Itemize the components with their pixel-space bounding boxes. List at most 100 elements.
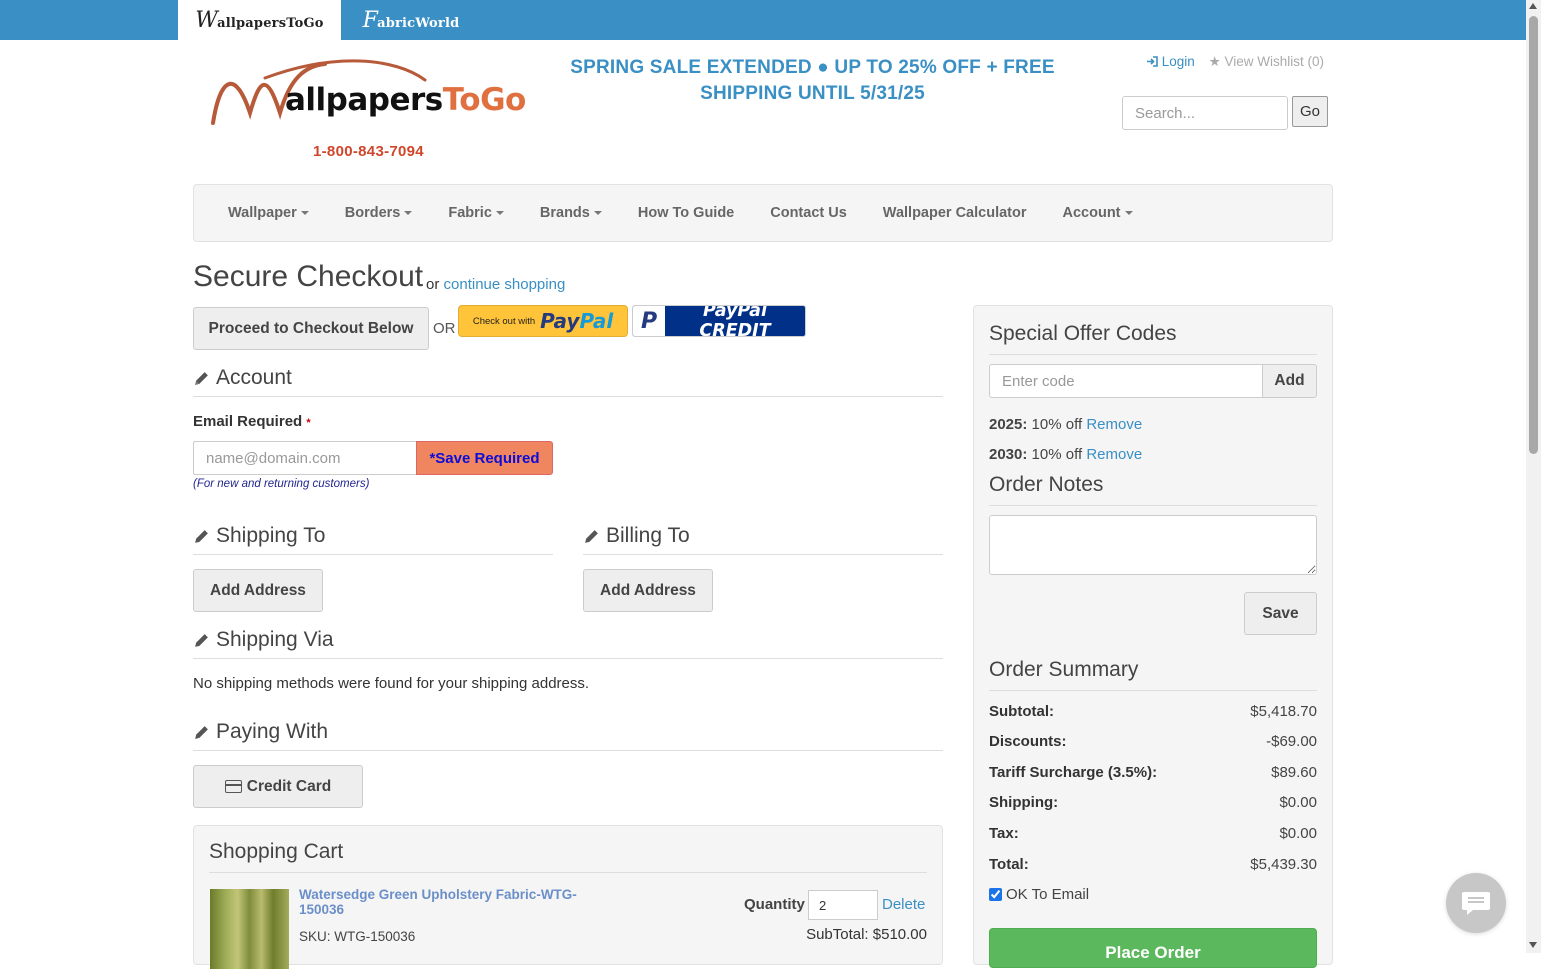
site-tab-fabricworld[interactable]: FabricWorld (341, 0, 481, 40)
caret-down-icon (404, 211, 413, 216)
page-title: Secure Checkout (193, 260, 424, 293)
proceed-to-checkout-button[interactable]: Proceed to Checkout Below (193, 307, 429, 350)
search-go-button[interactable]: Go (1292, 96, 1328, 127)
shipping-via-heading: Shipping Via (193, 628, 943, 659)
account-heading: Account (193, 366, 943, 397)
caret-down-icon (300, 211, 309, 216)
required-mark: * (306, 417, 311, 429)
site-tab-bar: WallpapersToGo FabricWorld (0, 0, 1526, 40)
order-summary-heading: Order Summary (989, 658, 1317, 691)
ok-to-email-option[interactable]: OK To Email (989, 886, 1089, 903)
save-email-button[interactable]: *Save Required (416, 441, 553, 475)
summary-row-subtotal: Subtotal: $5,418.70 (989, 703, 1317, 720)
view-wishlist-link[interactable]: ★ View Wishlist (0) (1209, 54, 1324, 69)
summary-row-total: Total: $5,439.30 (989, 856, 1317, 873)
summary-row-shipping: Shipping: $0.00 (989, 794, 1317, 811)
save-notes-button[interactable]: Save (1244, 592, 1317, 635)
caret-down-icon (1124, 211, 1133, 216)
page-scrollbar[interactable] (1526, 0, 1541, 953)
wishlist-label: View Wishlist (0) (1224, 54, 1324, 69)
email-label: Email Required * (193, 413, 311, 430)
login-label: Login (1161, 54, 1195, 69)
pencil-icon (195, 725, 208, 739)
paypal-logo: PayPal (540, 309, 614, 333)
chat-icon (1462, 892, 1490, 915)
logo-text-main: allpapers (285, 82, 443, 118)
chat-widget-button[interactable] (1446, 873, 1506, 933)
special-offer-heading: Special Offer Codes (989, 322, 1317, 355)
nav-item-account[interactable]: Account (1045, 205, 1151, 221)
credit-card-button[interactable]: Credit Card (193, 765, 363, 808)
scroll-thumb[interactable] (1529, 16, 1538, 454)
add-shipping-address-button[interactable]: Add Address (193, 569, 323, 612)
nav-item-borders[interactable]: Borders (327, 205, 431, 221)
tab-logo-text: allpapersToGo (217, 15, 324, 31)
add-billing-address-button[interactable]: Add Address (583, 569, 713, 612)
main-nav: Wallpaper Borders Fabric Brands How To G… (193, 184, 1333, 242)
no-shipping-message: No shipping methods were found for your … (193, 675, 590, 692)
order-sidebar: Special Offer Codes Add 2025: 10% off Re… (973, 305, 1333, 968)
tab-logo-initial: W (195, 7, 219, 33)
summary-row-discounts: Discounts: -$69.00 (989, 733, 1317, 750)
pencil-icon (195, 529, 208, 543)
phone-number[interactable]: 1-800-843-7094 (313, 143, 424, 160)
nav-item-contact-us[interactable]: Contact Us (752, 205, 865, 221)
paypal-credit-button[interactable]: P PayPal CREDIT (632, 305, 806, 337)
nav-item-how-to-guide[interactable]: How To Guide (620, 205, 752, 221)
paying-with-heading: Paying With (193, 720, 943, 751)
scroll-up-arrow-icon[interactable] (1529, 3, 1537, 9)
login-link[interactable]: Login (1146, 54, 1199, 69)
paypal-p-icon: P (633, 306, 665, 336)
summary-row-tax: Tax: $0.00 (989, 825, 1317, 842)
or-separator: OR (433, 320, 456, 337)
star-icon: ★ (1208, 54, 1221, 69)
nav-item-brands[interactable]: Brands (522, 205, 620, 221)
nav-item-wallpaper[interactable]: Wallpaper (210, 205, 327, 221)
continue-shopping-link[interactable]: continue shopping (444, 276, 566, 293)
cart-item-sku: SKU: WTG-150036 (299, 929, 416, 944)
login-icon (1147, 56, 1158, 67)
applied-code: 2025: 10% off Remove (989, 416, 1143, 433)
quantity-input[interactable] (808, 890, 878, 920)
cart-item-subtotal: SubTotal: $510.00 (806, 926, 927, 943)
paypal-small-text: Check out with (472, 315, 536, 327)
nav-item-fabric[interactable]: Fabric (430, 205, 522, 221)
pencil-icon (195, 633, 208, 647)
promo-line-2: SHIPPING UNTIL 5/31/25 (700, 83, 925, 104)
caret-down-icon (495, 211, 504, 216)
promo-banner: SPRING SALE EXTENDED ● UP TO 25% OFF + F… (560, 55, 1065, 107)
quantity-label: Quantity (744, 896, 805, 913)
cart-item-thumbnail[interactable] (210, 889, 289, 969)
tab-logo-text: abricWorld (377, 15, 460, 31)
add-code-button[interactable]: Add (1262, 364, 1317, 398)
ok-to-email-checkbox[interactable] (989, 888, 1002, 901)
paypal-checkout-button[interactable]: Check out with PayPal (458, 305, 628, 337)
site-tab-wallpaperstogo[interactable]: WallpapersToGo (178, 0, 341, 40)
applied-code: 2030: 10% off Remove (989, 446, 1143, 463)
site-logo[interactable]: allpapersToGo (205, 58, 545, 133)
header-links: Login ★ View Wishlist (0) (1146, 54, 1324, 70)
delete-item-link[interactable]: Delete (882, 896, 925, 913)
caret-down-icon (593, 211, 602, 216)
order-notes-textarea[interactable] (989, 515, 1317, 575)
shipping-to-heading: Shipping To (193, 524, 553, 555)
pencil-icon (195, 371, 208, 385)
remove-code-link[interactable]: Remove (1086, 446, 1142, 463)
shopping-cart-heading: Shopping Cart (209, 840, 344, 863)
order-notes-heading: Order Notes (989, 473, 1317, 506)
nav-item-wallpaper-calculator[interactable]: Wallpaper Calculator (865, 205, 1045, 221)
shopping-cart-panel: Shopping Cart Watersedge Green Upholster… (193, 825, 943, 969)
scroll-down-arrow-icon[interactable] (1529, 942, 1537, 948)
billing-to-heading: Billing To (583, 524, 943, 555)
offer-code-input[interactable] (989, 364, 1263, 398)
cart-item-name-link[interactable]: Watersedge Green Upholstery Fabric-WTG-1… (299, 887, 589, 917)
paypal-credit-label: PayPal CREDIT (699, 305, 771, 337)
remove-code-link[interactable]: Remove (1086, 416, 1142, 433)
search-input[interactable] (1122, 96, 1288, 130)
pencil-icon (585, 529, 598, 543)
email-field[interactable] (193, 441, 417, 475)
tab-logo-initial: F (362, 7, 379, 33)
place-order-button[interactable]: Place Order (989, 928, 1317, 968)
credit-card-icon (224, 780, 242, 793)
logo-text-accent: ToGo (442, 82, 527, 118)
